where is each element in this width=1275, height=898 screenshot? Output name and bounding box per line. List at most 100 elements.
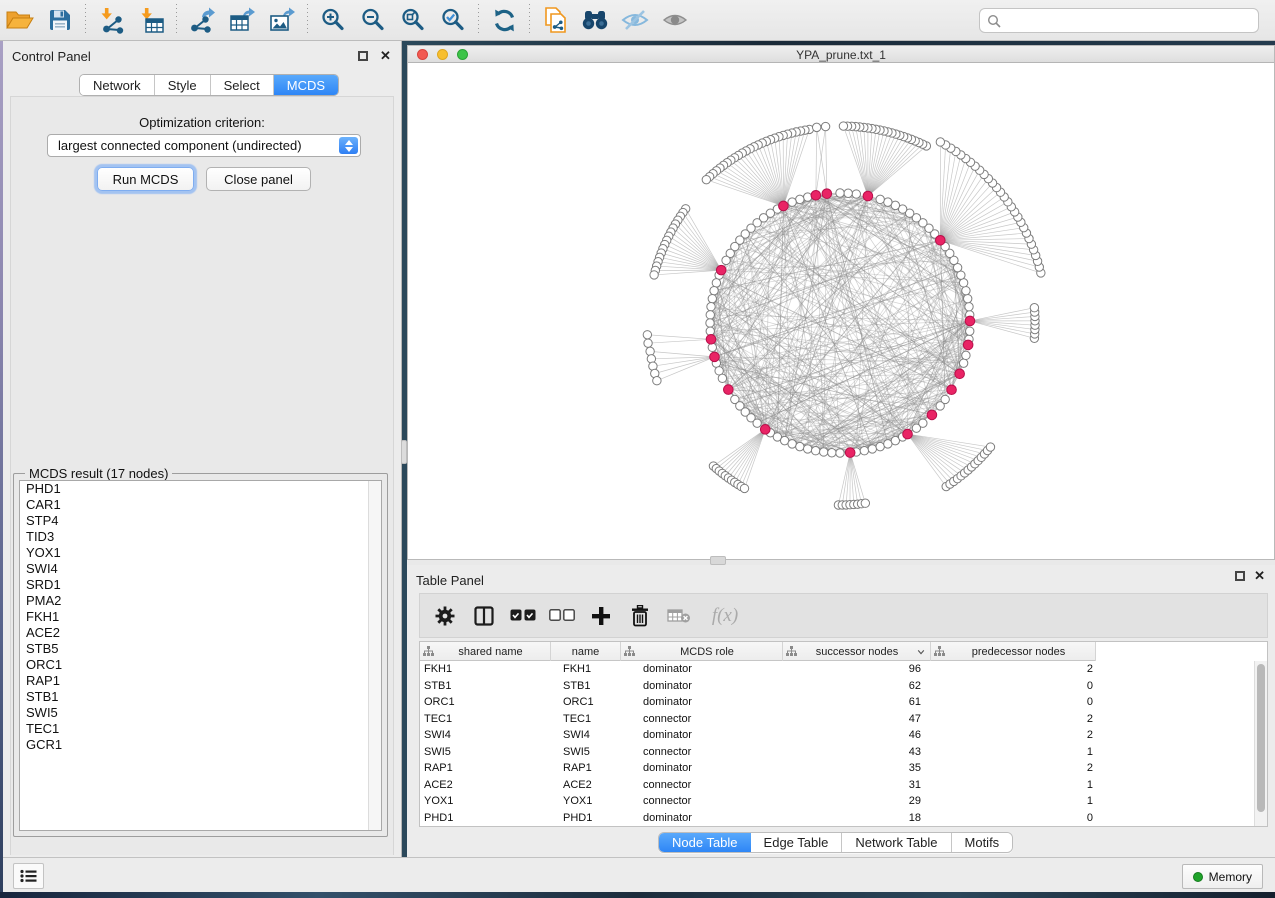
zoom-selected-button[interactable] xyxy=(433,3,473,37)
mcds-node-item[interactable]: ORC1 xyxy=(20,657,381,673)
network-node[interactable] xyxy=(702,175,710,183)
cell-shared-name[interactable]: TEC1 xyxy=(420,711,551,728)
open-file-button[interactable] xyxy=(0,3,40,37)
mcds-node-item[interactable]: PHD1 xyxy=(20,481,381,497)
cell-MCDS-role[interactable]: dominator xyxy=(621,760,783,777)
close-panel-icon[interactable]: ✕ xyxy=(1254,568,1265,584)
column-header-predecessor-nodes[interactable]: predecessor nodes xyxy=(931,642,1096,661)
tab-style[interactable]: Style xyxy=(155,75,211,95)
network-canvas[interactable] xyxy=(408,63,1274,559)
search-field[interactable] xyxy=(979,8,1259,33)
tab-network[interactable]: Network xyxy=(80,75,155,95)
network-node[interactable] xyxy=(722,256,730,264)
network-node[interactable] xyxy=(811,446,819,454)
table-row[interactable]: STB1STB1dominator620 xyxy=(420,678,1254,695)
network-node[interactable] xyxy=(822,189,832,199)
cell-successor-nodes[interactable]: 62 xyxy=(783,678,931,695)
mcds-node-item[interactable]: FKH1 xyxy=(20,609,381,625)
network-node[interactable] xyxy=(959,279,967,287)
import-network-button[interactable] xyxy=(91,3,131,37)
mcds-node-item[interactable]: SWI5 xyxy=(20,705,381,721)
table-row[interactable]: ACE2ACE2connector311 xyxy=(420,777,1254,794)
first-neighbors-button[interactable] xyxy=(575,3,615,37)
refresh-button[interactable] xyxy=(484,3,524,37)
mcds-node-item[interactable]: GCR1 xyxy=(20,737,381,753)
mcds-node-item[interactable]: YOX1 xyxy=(20,545,381,561)
cell-name[interactable]: RAP1 xyxy=(551,760,621,777)
table-row[interactable]: ORC1ORC1dominator610 xyxy=(420,694,1254,711)
delete-column-button[interactable] xyxy=(625,599,655,633)
cell-predecessor-nodes[interactable]: 2 xyxy=(931,711,1096,728)
cell-successor-nodes[interactable]: 61 xyxy=(783,694,931,711)
mcds-node-item[interactable]: RAP1 xyxy=(20,673,381,689)
network-node[interactable] xyxy=(707,303,715,311)
search-input[interactable] xyxy=(1006,14,1258,28)
cell-MCDS-role[interactable]: dominator xyxy=(621,810,783,827)
memory-button[interactable]: Memory xyxy=(1182,864,1263,889)
network-node[interactable] xyxy=(811,190,821,200)
cell-name[interactable]: PHD1 xyxy=(551,810,621,827)
table-row[interactable]: SWI5SWI5connector431 xyxy=(420,744,1254,761)
table-row[interactable]: RAP1RAP1dominator352 xyxy=(420,760,1254,777)
mcds-node-item[interactable]: ACE2 xyxy=(20,625,381,641)
network-node[interactable] xyxy=(861,499,869,507)
network-node[interactable] xyxy=(839,122,847,130)
column-header-shared-name[interactable]: shared name xyxy=(420,642,551,661)
cell-predecessor-nodes[interactable]: 2 xyxy=(931,727,1096,744)
export-image-button[interactable] xyxy=(262,3,302,37)
network-node[interactable] xyxy=(868,445,876,453)
add-column-button[interactable] xyxy=(586,599,616,633)
cell-predecessor-nodes[interactable]: 0 xyxy=(931,678,1096,695)
network-node[interactable] xyxy=(796,195,804,203)
cell-name[interactable]: SWI5 xyxy=(551,744,621,761)
cell-successor-nodes[interactable]: 47 xyxy=(783,711,931,728)
cell-MCDS-role[interactable]: dominator xyxy=(621,678,783,695)
network-node[interactable] xyxy=(962,286,970,294)
network-node[interactable] xyxy=(828,449,836,457)
cell-name[interactable]: ORC1 xyxy=(551,694,621,711)
cell-predecessor-nodes[interactable]: 0 xyxy=(931,694,1096,711)
cell-MCDS-role[interactable]: dominator xyxy=(621,661,783,678)
network-node[interactable] xyxy=(788,440,796,448)
zoom-in-button[interactable] xyxy=(313,3,353,37)
network-node[interactable] xyxy=(852,190,860,198)
network-node[interactable] xyxy=(836,449,844,457)
cell-shared-name[interactable]: YOX1 xyxy=(420,793,551,810)
network-node[interactable] xyxy=(1030,304,1038,312)
network-node[interactable] xyxy=(941,395,949,403)
network-node[interactable] xyxy=(919,419,927,427)
mcds-node-item[interactable]: STB5 xyxy=(20,641,381,657)
cell-successor-nodes[interactable]: 43 xyxy=(783,744,931,761)
cell-successor-nodes[interactable]: 35 xyxy=(783,760,931,777)
mcds-node-item[interactable]: STB1 xyxy=(20,689,381,705)
cell-name[interactable]: ACE2 xyxy=(551,777,621,794)
network-node[interactable] xyxy=(643,331,651,339)
network-node[interactable] xyxy=(708,294,716,302)
network-node[interactable] xyxy=(927,410,937,420)
cell-MCDS-role[interactable]: connector xyxy=(621,777,783,794)
cell-MCDS-role[interactable]: dominator xyxy=(621,727,783,744)
copy-network-button[interactable] xyxy=(535,3,575,37)
cell-predecessor-nodes[interactable]: 2 xyxy=(931,661,1096,678)
save-session-button[interactable] xyxy=(40,3,80,37)
function-builder-button[interactable]: f(x) xyxy=(703,599,747,633)
mcds-result-list[interactable]: PHD1CAR1STP4TID3YOX1SWI4SRD1PMA2FKH1ACE2… xyxy=(19,480,382,831)
cell-name[interactable]: YOX1 xyxy=(551,793,621,810)
close-panel-button[interactable]: Close panel xyxy=(206,167,311,191)
network-node[interactable] xyxy=(760,425,770,435)
cell-name[interactable]: FKH1 xyxy=(551,661,621,678)
hide-selected-button[interactable] xyxy=(615,3,655,37)
network-node[interactable] xyxy=(986,443,994,451)
mcds-node-item[interactable]: CAR1 xyxy=(20,497,381,513)
cell-MCDS-role[interactable]: connector xyxy=(621,793,783,810)
network-node[interactable] xyxy=(844,189,852,197)
network-node[interactable] xyxy=(803,445,811,453)
cell-successor-nodes[interactable]: 29 xyxy=(783,793,931,810)
vertical-splitter-handle[interactable] xyxy=(401,440,407,464)
network-node[interactable] xyxy=(963,340,973,350)
network-window-titlebar[interactable]: YPA_prune.txt_1 xyxy=(408,46,1274,63)
mcds-node-item[interactable]: SWI4 xyxy=(20,561,381,577)
network-node[interactable] xyxy=(653,377,661,385)
cell-name[interactable]: SWI4 xyxy=(551,727,621,744)
network-node[interactable] xyxy=(710,352,720,362)
